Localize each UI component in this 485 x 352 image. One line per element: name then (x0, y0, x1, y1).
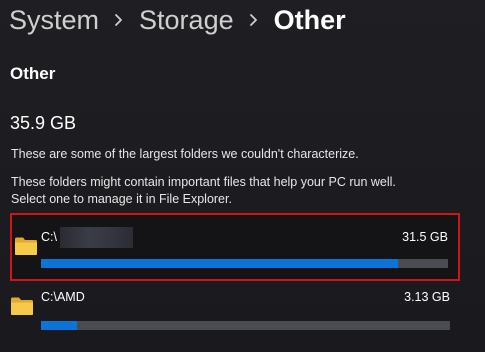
usage-bar (41, 259, 448, 268)
breadcrumb-storage[interactable]: Storage (139, 2, 234, 38)
settings-page: System Storage Other Other 35.9 GB These… (0, 0, 485, 352)
help-text-line2: Select one to manage it in File Explorer… (11, 192, 232, 206)
usage-bar-fill (41, 321, 77, 330)
folder-size: 31.5 GB (402, 230, 448, 244)
breadcrumb-other: Other (273, 5, 346, 35)
usage-bar (41, 321, 450, 330)
breadcrumb: System Storage Other (9, 2, 346, 38)
breadcrumb-system[interactable]: System (9, 2, 99, 38)
total-size: 35.9 GB (10, 113, 77, 133)
redacted-text (60, 227, 133, 248)
usage-bar-fill (41, 259, 398, 268)
folder-icon (10, 296, 34, 316)
section-title: Other (10, 64, 56, 83)
folder-path: C:\AMD (41, 290, 85, 304)
chevron-right-icon (245, 2, 263, 38)
folder-size: 3.13 GB (404, 290, 450, 304)
chevron-right-icon (110, 2, 128, 38)
folder-icon (14, 236, 38, 256)
folder-row-amd[interactable]: C:\AMD 3.13 GB (10, 283, 460, 335)
folder-path: C:\ (41, 230, 57, 244)
help-text-line1: These folders might contain important fi… (11, 175, 396, 189)
description: These are some of the largest folders we… (11, 147, 359, 161)
folder-row-c-drive[interactable]: C:\ 31.5 GB (10, 213, 460, 281)
